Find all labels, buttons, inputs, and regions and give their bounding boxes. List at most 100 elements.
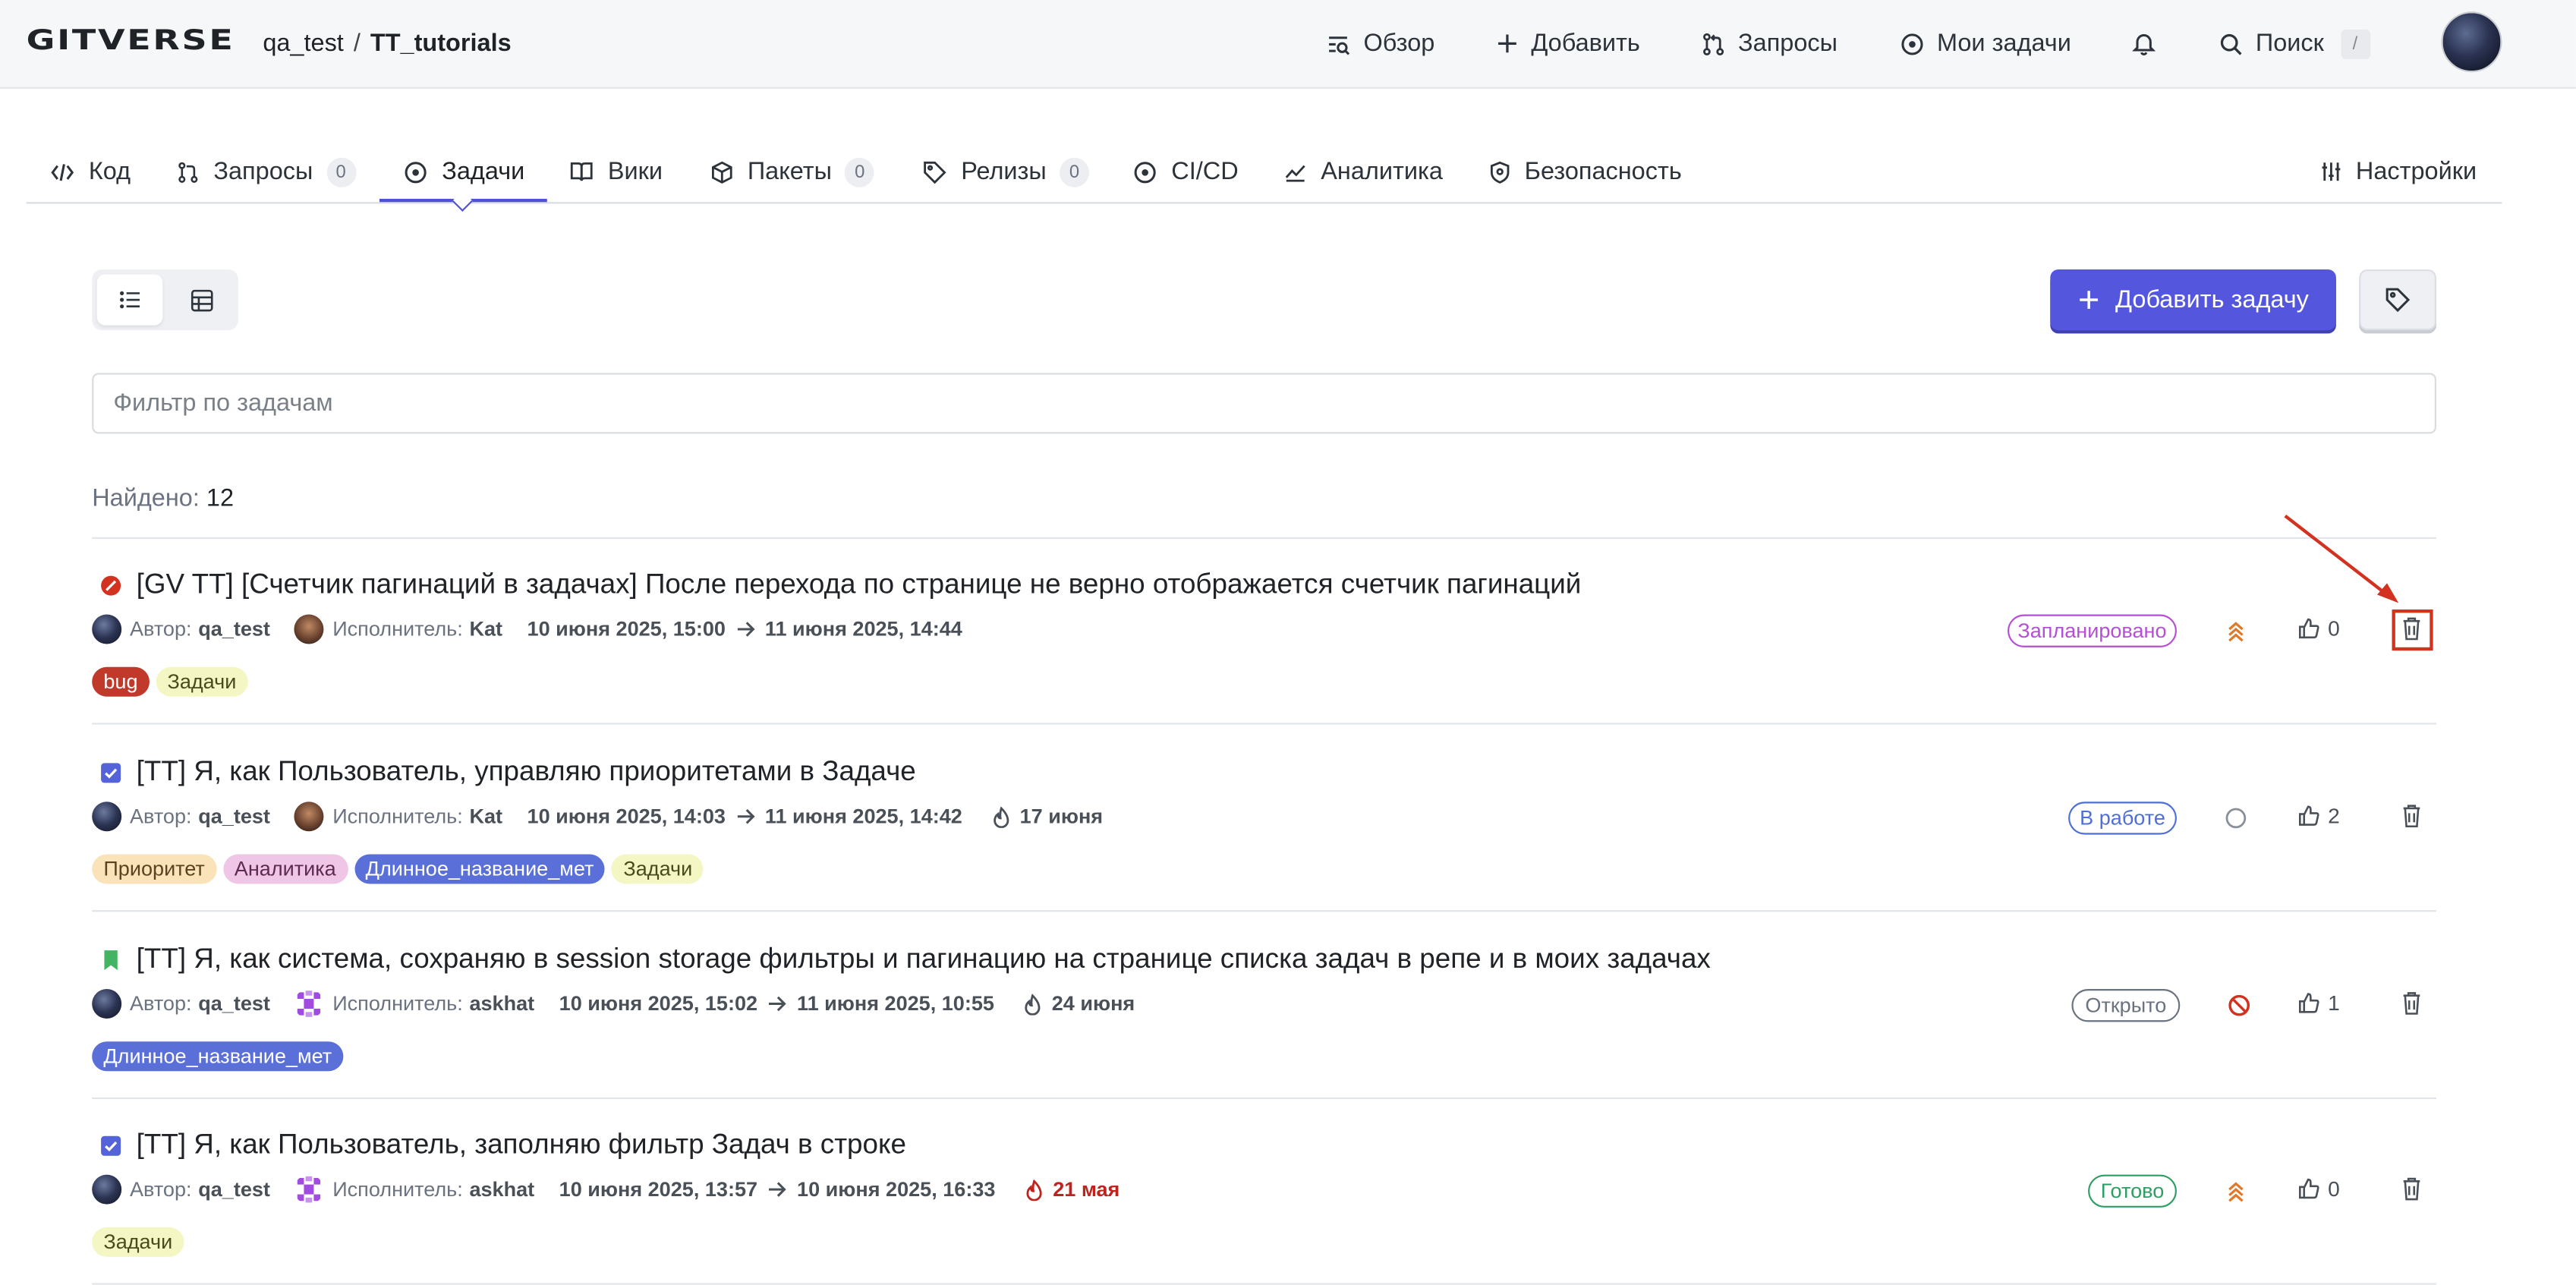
list-view-button[interactable]	[96, 274, 163, 326]
task-title[interactable]: [TT] Я, как система, сохраняю в session …	[137, 943, 1711, 975]
overview-icon	[1329, 36, 1350, 55]
nav-search-label: Поиск	[2255, 29, 2324, 58]
task-meta: Автор: qa_test Исполнитель: Kat 10 июня 2025…	[92, 800, 1103, 833]
task-end-date: 10 июня 2025, 16:33	[797, 1177, 996, 1202]
notifications-button[interactable]	[2132, 0, 2169, 87]
task-title[interactable]: [TT] Я, как Пользователь, заполняю фильт…	[137, 1129, 906, 1161]
tab-code[interactable]: Код	[51, 141, 131, 202]
search-shortcut-key: /	[2340, 28, 2370, 58]
bug-icon	[100, 575, 121, 597]
tab-wiki[interactable]: Вики	[570, 141, 663, 202]
author-label: Автор:	[129, 617, 192, 641]
tab-settings[interactable]: Настройки	[2321, 141, 2477, 202]
task-author[interactable]: qa_test	[198, 992, 270, 1015]
tab-security[interactable]: Безопасность	[1490, 141, 1682, 202]
breadcrumb-owner[interactable]: qa_test	[263, 30, 344, 58]
trash-icon	[2403, 805, 2420, 828]
task-filter-input[interactable]	[92, 373, 2436, 434]
status-badge: В работе	[2068, 802, 2177, 835]
tab-packages[interactable]: Пакеты 0	[711, 141, 875, 202]
fire-icon	[1025, 993, 1041, 1015]
tab-analytics[interactable]: Аналитика	[1285, 141, 1443, 202]
package-icon	[711, 160, 732, 183]
delete-button[interactable]	[2398, 1175, 2425, 1205]
tab-releases[interactable]: Релизы 0	[923, 141, 1090, 202]
nav-requests-label: Запросы	[1738, 29, 1838, 58]
task-item[interactable]: [TT] Я, как система, сохраняю в session …	[0, 912, 2576, 1098]
task-label[interactable]: Задачи	[612, 854, 704, 884]
like-count: 0	[2328, 1176, 2340, 1202]
author-label: Автор:	[129, 992, 192, 1016]
priority-high-icon[interactable]	[2225, 1179, 2247, 1202]
task-checkbox-icon	[100, 1135, 121, 1157]
table-icon	[191, 288, 213, 311]
nav-overview[interactable]: Обзор	[1327, 0, 1434, 87]
task-dates: 10 июня 2025, 13:57 10 июня 2025, 16:33	[559, 1178, 996, 1201]
priority-none-icon[interactable]	[2225, 807, 2247, 830]
tab-packages-label: Пакеты	[747, 157, 833, 186]
nav-add[interactable]: Добавить	[1497, 0, 1640, 87]
table-view-button[interactable]	[169, 274, 235, 325]
task-label[interactable]: Аналитика	[222, 854, 348, 884]
like-count: 2	[2328, 803, 2340, 828]
tab-cicd[interactable]: CI/CD	[1134, 141, 1239, 202]
task-start-date: 10 июня 2025, 15:02	[559, 992, 758, 1016]
found-count: Найдено: 12	[92, 485, 234, 513]
nav-search[interactable]: Поиск /	[2219, 0, 2370, 87]
assignee-avatar	[294, 989, 325, 1019]
tab-requests[interactable]: Запросы 0	[178, 141, 356, 202]
task-assignee[interactable]: askhat	[469, 992, 534, 1015]
shield-icon	[1490, 160, 1510, 183]
task-label[interactable]: Длинное_название_мет	[354, 854, 606, 884]
like-button[interactable]: 2	[2298, 803, 2340, 828]
author-avatar	[92, 989, 122, 1019]
task-label[interactable]: Длинное_название_мет	[92, 1041, 344, 1072]
task-title[interactable]: [TT] Я, как Пользователь, управляю приор…	[137, 756, 916, 789]
task-item[interactable]: [GV TT] [Счетчик пагинаций в задачах] По…	[0, 537, 2576, 723]
task-item[interactable]: [TT] Я, как Пользователь, управляю приор…	[0, 725, 2576, 911]
issue-circle-icon	[1134, 161, 1156, 183]
task-author[interactable]: qa_test	[198, 1178, 270, 1201]
task-labels: Длинное_название_мет	[92, 1041, 350, 1072]
task-author[interactable]: qa_test	[198, 618, 270, 641]
delete-button[interactable]	[2398, 802, 2425, 831]
priority-high-icon[interactable]	[2225, 619, 2247, 642]
task-title[interactable]: [GV TT] [Счетчик пагинаций в задачах] По…	[137, 568, 1582, 601]
task-item[interactable]: [TT] Я, как Пользователь, заполняю фильт…	[0, 1098, 2576, 1283]
bell-icon	[2132, 34, 2156, 56]
like-button[interactable]: 1	[2298, 991, 2340, 1016]
task-assignee[interactable]: Kat	[469, 618, 502, 641]
breadcrumb-repo[interactable]: TT_tutorials	[370, 30, 512, 58]
nav-my-tasks[interactable]: Мои задачи	[1901, 0, 2071, 87]
task-labels: Задачи	[92, 1227, 191, 1257]
blocked-icon[interactable]	[2228, 994, 2250, 1017]
delete-button[interactable]	[2398, 989, 2425, 1019]
task-assignee[interactable]: Kat	[469, 805, 502, 828]
like-button[interactable]: 0	[2298, 616, 2340, 641]
assignee-label: Исполнитель:	[332, 617, 463, 641]
gitverse-logo[interactable]: GITVERSE	[27, 24, 235, 57]
like-button[interactable]: 0	[2298, 1176, 2340, 1201]
task-label[interactable]: Задачи	[156, 666, 248, 697]
search-icon	[2220, 33, 2242, 55]
add-task-button[interactable]: Добавить задачу	[2050, 269, 2336, 331]
labels-button[interactable]	[2359, 269, 2436, 331]
task-end-date: 11 июня 2025, 10:55	[797, 992, 994, 1016]
user-avatar[interactable]	[2441, 11, 2502, 73]
task-end-date: 11 июня 2025, 14:42	[764, 805, 962, 828]
task-end-date: 11 июня 2025, 14:44	[764, 617, 962, 641]
breadcrumb: qa_test / TT_tutorials	[263, 30, 511, 58]
book-icon	[570, 162, 593, 181]
task-label[interactable]: Задачи	[92, 1227, 184, 1257]
task-label[interactable]: Приоритет	[92, 854, 216, 884]
tab-requests-count: 0	[326, 156, 356, 187]
task-label[interactable]: bug	[92, 666, 150, 697]
assignee-avatar	[294, 1174, 325, 1205]
nav-requests[interactable]: Запросы	[1702, 0, 1838, 87]
tab-releases-count: 0	[1060, 156, 1090, 187]
task-author[interactable]: qa_test	[198, 805, 270, 828]
task-assignee[interactable]: askhat	[469, 1178, 534, 1201]
top-header: GITVERSE qa_test / TT_tutorials Обзор Доба…	[0, 0, 2576, 89]
author-label: Автор:	[129, 1177, 192, 1202]
fire-icon	[1026, 1179, 1042, 1201]
